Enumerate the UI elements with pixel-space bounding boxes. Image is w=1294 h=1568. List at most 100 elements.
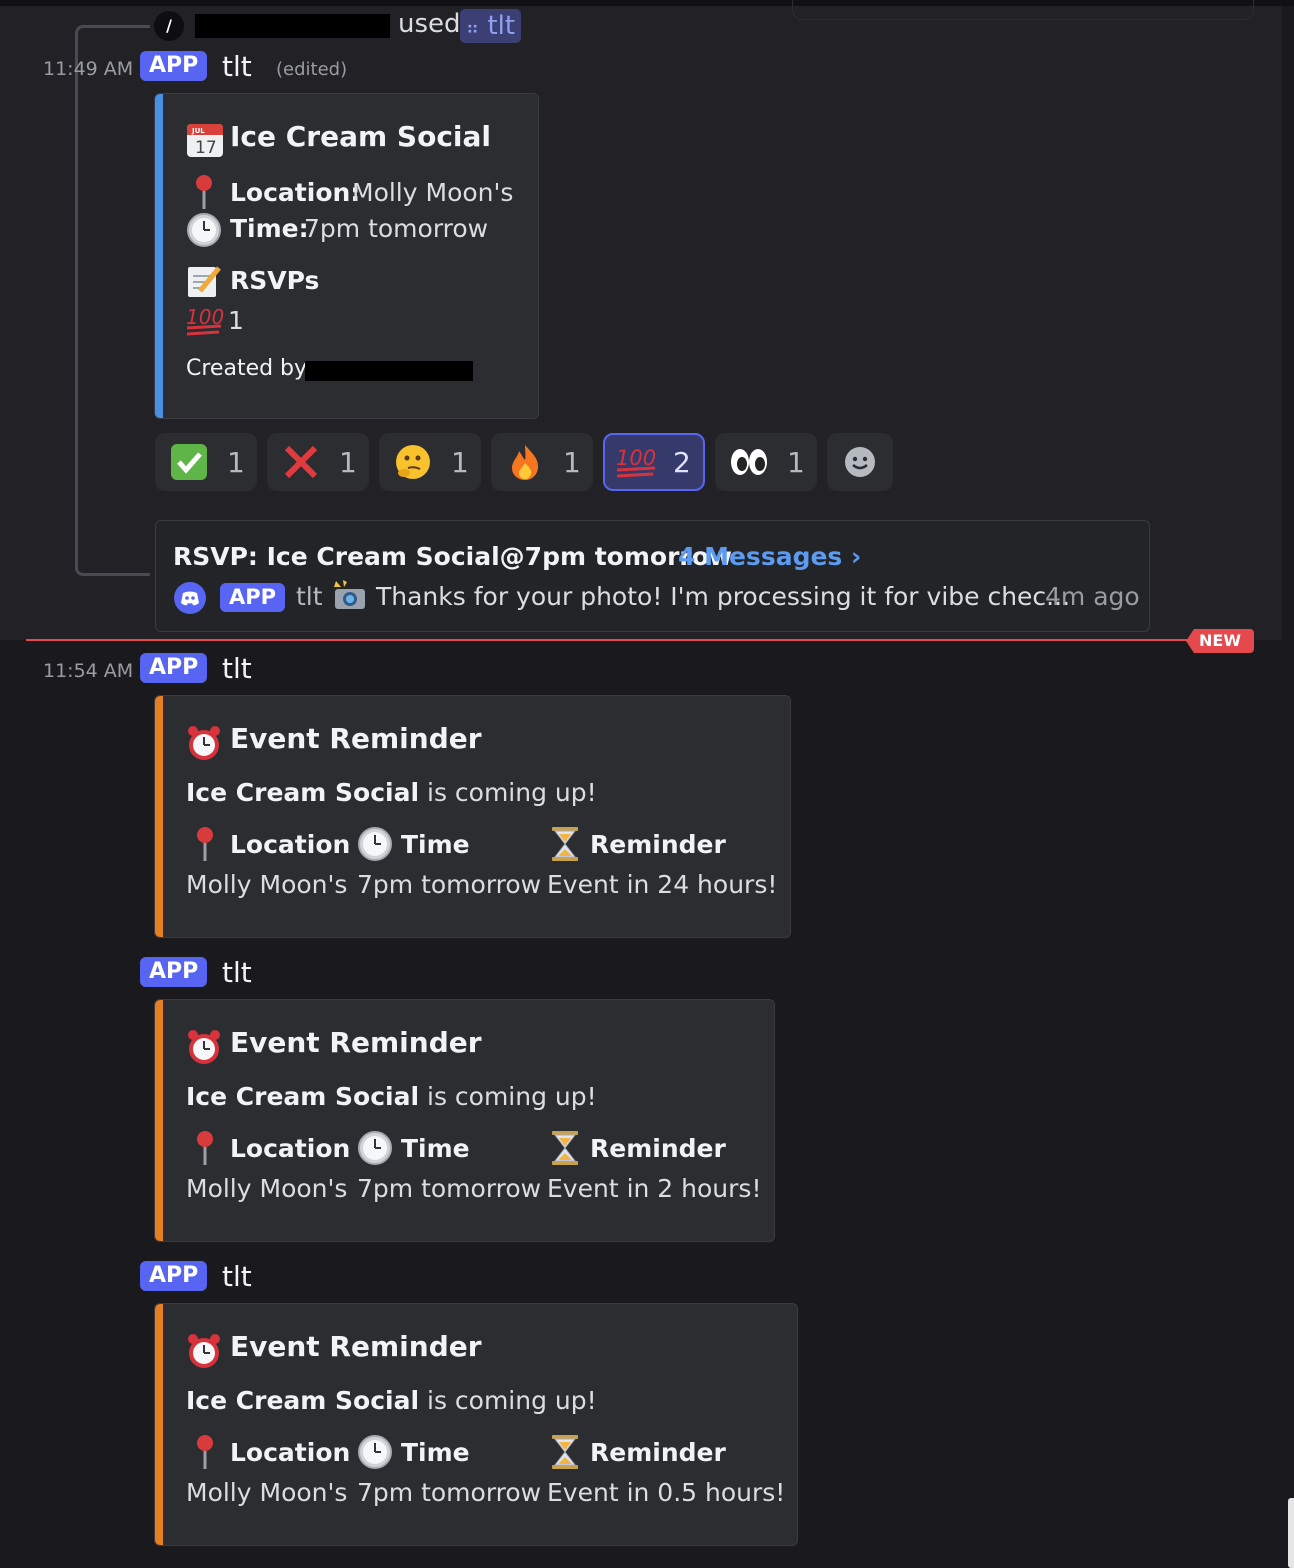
grid-icon: ⠶ [466,18,480,39]
reaction-count: 1 [563,445,581,479]
author-name[interactable]: tlt [222,652,252,685]
reminder-value: Event in 2 hours! [547,1174,762,1203]
time-label: Time [401,1438,470,1467]
coming-up-text: is coming up! [427,1386,597,1415]
event-embed: JUL 17 Ice Cream Social Location: Molly … [154,93,539,419]
hourglass-icon [551,1434,579,1470]
redacted-username [195,14,390,38]
clock-icon [186,212,222,248]
reaction-fire[interactable]: 1 [491,433,593,491]
reaction-hundred[interactable]: 100 2 [603,433,705,491]
rsvp-count: 1 [228,306,244,335]
rsvps-label: RSVPs [230,266,320,295]
thread-preview: Thanks for your photo! I'm processing it… [376,582,1071,611]
thread-card[interactable]: RSVP: Ice Cream Social@7pm tomorrow 4 Me… [155,520,1150,632]
eyes-icon [729,442,769,482]
reply-spine [75,25,150,576]
author-name[interactable]: tlt [222,956,252,989]
reaction-count: 1 [339,445,357,479]
author-name[interactable]: tlt [222,1260,252,1293]
command-name: tlt [487,11,516,41]
embed-accent-bar [155,1304,163,1545]
time-label: Time: [230,214,309,243]
location-value: Molly Moon's [186,1174,348,1203]
app-badge: APP [140,51,208,81]
new-messages-divider [26,639,1254,641]
hourglass-icon [551,1130,579,1166]
reaction-cross[interactable]: 1 [267,433,369,491]
reaction-check[interactable]: 1 [155,433,257,491]
message-timestamp[interactable]: 11:49 AM [43,58,133,80]
created-by-label: Created by [186,356,308,381]
alarm-clock-icon [185,724,223,762]
reminder-description: Ice Cream Social is coming up! [186,1082,597,1111]
reminder-description: Ice Cream Social is coming up! [186,778,597,807]
reminder-value: Event in 0.5 hours! [547,1478,786,1507]
slash-icon: / [154,11,184,41]
clock-icon [357,1130,393,1166]
reminder-label: Reminder [590,1134,726,1163]
location-value: Molly Moon's [352,178,514,207]
fire-icon [505,442,545,482]
hundred-points-icon: 100 [185,304,225,336]
svg-text:17: 17 [195,138,217,158]
scrollbar-thumb[interactable] [1288,1498,1294,1568]
round-pushpin-icon [192,1130,218,1166]
reminder-embed: Event Reminder Ice Cream Social is comin… [154,999,775,1242]
location-value: Molly Moon's [186,870,348,899]
embed-accent-bar [155,1000,163,1241]
discord-icon [174,582,206,614]
reminder-description: Ice Cream Social is coming up! [186,1386,597,1415]
alarm-clock-icon [185,1028,223,1066]
time-value: 7pm tomorrow [357,1478,542,1507]
app-badge: APP [220,583,286,612]
thread-messages-link[interactable]: 4 Messages › [678,542,861,571]
embed-title: Event Reminder [230,1026,482,1059]
author-name[interactable]: tlt [222,50,252,83]
svg-text:JUL: JUL [191,127,205,135]
reaction-count: 2 [673,445,691,479]
reaction-eyes[interactable]: 1 [715,433,817,491]
redacted-creator [305,361,473,381]
embed-title: Event Reminder [230,1330,482,1363]
add-reaction-button[interactable] [827,433,893,491]
edited-label: (edited) [276,59,348,80]
app-badge: APP [140,957,208,987]
round-pushpin-icon [191,174,217,210]
svg-text:100: 100 [616,446,656,470]
camera-flash-icon [332,579,368,611]
hourglass-icon [551,826,579,862]
coming-up-text: is coming up! [427,1082,597,1111]
time-label: Time [401,830,470,859]
reminder-embed: Event Reminder Ice Cream Social is comin… [154,1303,798,1546]
thread-time: 4m ago [1045,582,1140,611]
cross-mark-icon [281,442,321,482]
embed-title: Event Reminder [230,722,482,755]
reaction-count: 1 [227,445,245,479]
round-pushpin-icon [192,1434,218,1470]
memo-icon [186,263,222,299]
hundred-points-icon: 100 [615,442,659,482]
reminder-label: Reminder [590,830,726,859]
command-mention[interactable]: ⠶ tlt [460,9,522,43]
app-badge: APP [140,653,208,683]
thread-title[interactable]: RSVP: Ice Cream Social@7pm tomorrow [173,542,732,571]
thread-author: tlt [296,582,323,611]
location-label: Location [230,1438,351,1467]
embed-title: Ice Cream Social [230,120,492,153]
add-reaction-icon [843,445,877,479]
reaction-count: 1 [787,445,805,479]
calendar-icon: JUL 17 [186,121,224,159]
reaction-thinking[interactable]: 1 [379,433,481,491]
location-value: Molly Moon's [186,1478,348,1507]
location-label: Location: [230,178,361,207]
message-timestamp[interactable]: 11:54 AM [43,660,133,682]
clock-icon [357,826,393,862]
reminder-label: Reminder [590,1438,726,1467]
embed-accent-bar [155,696,163,937]
time-value: 7pm tomorrow [357,870,542,899]
app-badge: APP [140,1261,208,1291]
event-name: Ice Cream Social [186,1082,420,1111]
thinking-face-icon [393,442,433,482]
time-value: 7pm tomorrow [304,214,489,243]
